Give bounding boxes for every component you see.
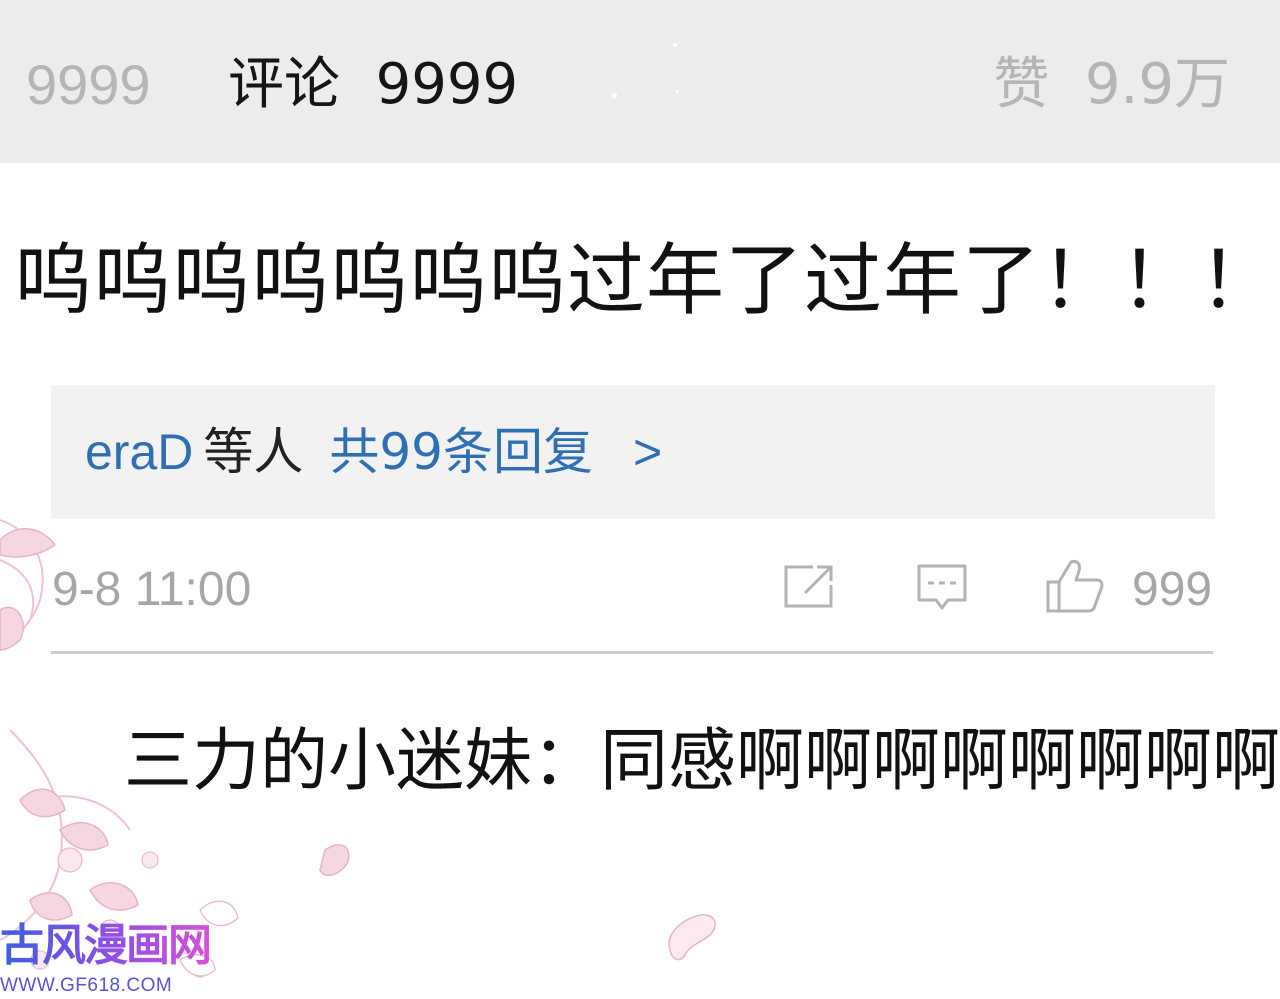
comment-screen: 9999 评论 9999 赞 9.9万 呜呜呜呜呜呜呜过年了过年了！！！ era… [0,0,1280,999]
comment-tab[interactable]: 评论 9999 [228,50,518,120]
chevron-right-icon[interactable]: > [633,424,662,480]
repost-tab[interactable]: 9999 [26,50,151,120]
comment-text: 呜呜呜呜呜呜呜过年了过年了！！！ [14,236,1279,326]
comment-like-count: 999 [1132,563,1213,616]
comment-timestamp: 9-8 11:00 [52,563,252,616]
thumbs-up-icon [1046,560,1104,613]
share-icon [784,565,833,608]
like-button[interactable] [1045,558,1105,614]
sparkle-decoration [612,93,617,98]
reply-item: 三力的小迷妹：同感啊啊啊啊啊啊啊啊 [124,722,1280,801]
view-all-replies-link[interactable]: 共99条回复 [329,423,593,481]
divider [51,651,1213,654]
reply-icon [917,564,967,610]
share-button[interactable] [783,563,835,609]
stats-bar: 9999 评论 9999 赞 9.9万 [0,0,1280,163]
petal-decoration [668,914,716,961]
reply-others-label: 等人 [203,423,304,481]
watermark-logo: 古风漫画网 [0,918,212,974]
replies-summary: eraD 等人 共99条回复 > [85,421,662,483]
sparkle-decoration [676,90,679,93]
watermark-url: WWW.GF618.COM [0,975,173,996]
sparkle-decoration [673,43,677,47]
like-tab[interactable]: 赞 9.9万 [993,50,1230,120]
reply-username-link[interactable]: eraD [85,424,193,480]
reply-button[interactable] [916,563,968,613]
replies-preview[interactable]: eraD 等人 共99条回复 > [51,385,1215,519]
site-watermark: 古风漫画网 WWW.GF618.COM [0,918,220,999]
